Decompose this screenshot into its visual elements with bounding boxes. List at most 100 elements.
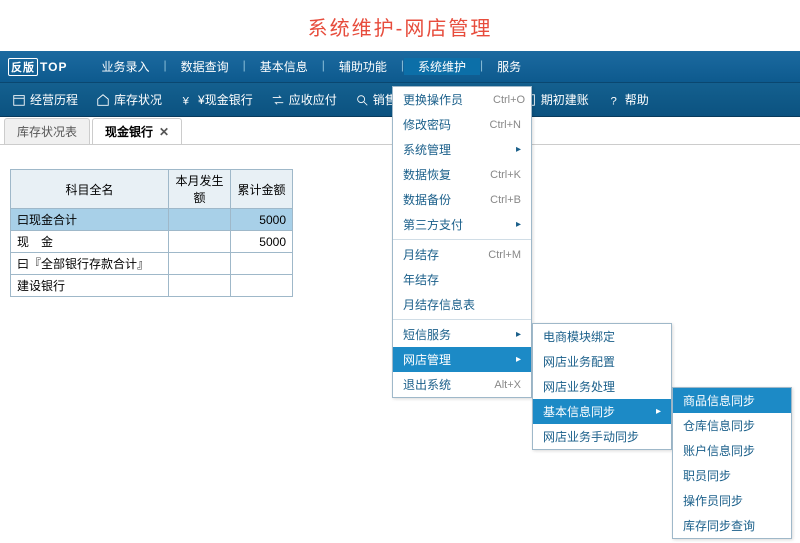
topmenu-数据查询[interactable]: 数据查询 — [167, 58, 243, 75]
chevron-right-icon: ▸ — [516, 354, 521, 365]
sysmenu-item-数据备份[interactable]: 数据备份 Ctrl+B — [393, 187, 531, 212]
top-menu: 业务录入|数据查询|基本信息|辅助功能|系统维护|服务 — [87, 58, 535, 75]
sysmenu-item-系统管理[interactable]: 系统管理▸ — [393, 137, 531, 162]
toolbar-label: 期初建账 — [541, 91, 589, 108]
menu-item-label: 库存同步查询 — [683, 517, 755, 534]
menu-separator — [393, 319, 531, 320]
sysmenu-item-短信服务[interactable]: 短信服务 ▸ — [393, 322, 531, 347]
system-maintenance-menu: 更换操作员Ctrl+O修改密码Ctrl+N系统管理▸数据恢复Ctrl+K数据备份… — [392, 86, 532, 398]
cash-bank-grid: 科目全名本月发生额累计金额曰现金合计 5000 现 金 5000 曰『全部银行存款合计』… — [10, 169, 293, 297]
toolbar-label: 库存状况 — [114, 91, 162, 108]
menu-item-shortcut: Ctrl+N — [490, 119, 521, 131]
grid-cell-month[interactable] — [169, 275, 231, 297]
menu-item-shortcut: Ctrl+K — [490, 169, 521, 181]
grid-header[interactable]: 累计金额 — [231, 170, 293, 209]
topmenu-系统维护[interactable]: 系统维护 — [404, 58, 480, 75]
toolbar-库存状况[interactable]: 库存状况 — [96, 91, 162, 108]
brand-suffix: TOP — [40, 60, 67, 74]
menu-separator — [393, 239, 531, 240]
sysmenu-item-修改密码[interactable]: 修改密码 Ctrl+N — [393, 112, 531, 137]
menu-item-label: 仓库信息同步 — [683, 417, 755, 434]
menu-item-shortcut: Ctrl+B — [490, 194, 521, 206]
webshop-manage-submenu: 电商模块绑定网店业务配置网店业务处理基本信息同步▸网店业务手动同步 — [532, 323, 672, 450]
sysmenu-item-月结存信息表[interactable]: 月结存信息表 — [393, 292, 531, 317]
webshop-item-网店业务手动同步[interactable]: 网店业务手动同步 — [533, 424, 671, 449]
sync-item-库存同步查询[interactable]: 库存同步查询 — [673, 513, 791, 538]
tab-现金银行[interactable]: 现金银行 ✕ — [92, 118, 182, 144]
search-icon — [355, 93, 369, 107]
sysmenu-item-退出系统[interactable]: 退出系统 Alt+X — [393, 372, 531, 397]
sync-item-商品信息同步[interactable]: 商品信息同步 — [673, 388, 791, 413]
grid-cell-total[interactable] — [231, 275, 293, 297]
sync-item-账户信息同步[interactable]: 账户信息同步 — [673, 438, 791, 463]
menu-item-label: 月结存信息表 — [403, 296, 475, 313]
menu-item-label: 短信服务 — [403, 326, 451, 343]
menu-item-shortcut: Alt+X — [494, 379, 521, 391]
grid-cell-total[interactable]: 5000 — [231, 231, 293, 253]
sysmenu-item-网店管理[interactable]: 网店管理 ▸ — [393, 347, 531, 372]
menu-item-label: 月结存 — [403, 246, 439, 263]
grid-header[interactable]: 本月发生额 — [169, 170, 231, 209]
grid-cell-total[interactable]: 5000 — [231, 209, 293, 231]
sync-item-职员同步[interactable]: 职员同步 — [673, 463, 791, 488]
tab-label: 现金银行 — [105, 123, 153, 140]
topmenu-业务录入[interactable]: 业务录入 — [87, 58, 163, 75]
page-caption: 系统维护-网店管理 — [0, 0, 800, 51]
menu-item-label: 第三方支付 — [403, 216, 463, 233]
menu-item-label: 电商模块绑定 — [543, 328, 615, 345]
grid-header[interactable]: 科目全名 — [11, 170, 169, 209]
basic-info-sync-submenu: 商品信息同步仓库信息同步账户信息同步职员同步操作员同步库存同步查询 — [672, 387, 792, 539]
toolbar-期初建账[interactable]: 期初建账 — [523, 91, 589, 108]
menu-item-label: 系统管理 — [403, 141, 451, 158]
tab-库存状况表[interactable]: 库存状况表 — [4, 118, 90, 144]
grid-cell-name[interactable]: 曰现金合计 — [11, 209, 169, 231]
close-icon[interactable]: ✕ — [159, 125, 169, 139]
menu-item-label: 修改密码 — [403, 116, 451, 133]
menu-item-label: 数据备份 — [403, 191, 451, 208]
chevron-right-icon: ▸ — [516, 219, 521, 230]
menu-item-label: 职员同步 — [683, 467, 731, 484]
menu-item-label: 更换操作员 — [403, 91, 463, 108]
topmenu-辅助功能[interactable]: 辅助功能 — [325, 58, 401, 75]
toolbar-帮助[interactable]: ?帮助 — [607, 91, 649, 108]
menu-item-label: 网店业务配置 — [543, 353, 615, 370]
tab-label: 库存状况表 — [17, 123, 77, 140]
toolbar-应收应付[interactable]: 应收应付 — [271, 91, 337, 108]
chevron-right-icon: ▸ — [516, 329, 521, 340]
topmenu-基本信息[interactable]: 基本信息 — [246, 58, 322, 75]
webshop-item-电商模块绑定[interactable]: 电商模块绑定 — [533, 324, 671, 349]
brand: 反版TOP — [8, 58, 67, 76]
grid-cell-month[interactable] — [169, 231, 231, 253]
toolbar-label: 帮助 — [625, 91, 649, 108]
menu-item-shortcut: Ctrl+M — [488, 249, 521, 261]
chevron-right-icon: ▸ — [656, 406, 661, 417]
grid-cell-total[interactable] — [231, 253, 293, 275]
menu-item-label: 账户信息同步 — [683, 442, 755, 459]
grid-cell-month[interactable] — [169, 209, 231, 231]
sysmenu-item-月结存[interactable]: 月结存 Ctrl+M — [393, 242, 531, 267]
toolbar-label: ¥现金银行 — [198, 91, 253, 108]
top-bar: 反版TOP 业务录入|数据查询|基本信息|辅助功能|系统维护|服务 — [0, 51, 800, 83]
menu-item-label: 网店管理 — [403, 351, 451, 368]
webshop-item-网店业务处理[interactable]: 网店业务处理 — [533, 374, 671, 399]
sysmenu-item-更换操作员[interactable]: 更换操作员Ctrl+O — [393, 87, 531, 112]
grid-cell-name[interactable]: 现 金 — [11, 231, 169, 253]
menu-item-label: 退出系统 — [403, 376, 451, 393]
grid-cell-name[interactable]: 建设银行 — [11, 275, 169, 297]
sysmenu-item-数据恢复[interactable]: 数据恢复 Ctrl+K — [393, 162, 531, 187]
grid-cell-month[interactable] — [169, 253, 231, 275]
sync-item-操作员同步[interactable]: 操作员同步 — [673, 488, 791, 513]
topmenu-服务[interactable]: 服务 — [483, 58, 535, 75]
menu-item-label: 数据恢复 — [403, 166, 451, 183]
toolbar-¥现金银行[interactable]: ¥ ¥现金银行 — [180, 91, 253, 108]
yen-icon: ¥ — [180, 93, 194, 107]
sync-item-仓库信息同步[interactable]: 仓库信息同步 — [673, 413, 791, 438]
webshop-item-基本信息同步[interactable]: 基本信息同步▸ — [533, 399, 671, 424]
webshop-item-网店业务配置[interactable]: 网店业务配置 — [533, 349, 671, 374]
calendar-icon — [12, 93, 26, 107]
toolbar-经营历程[interactable]: 经营历程 — [12, 91, 78, 108]
sysmenu-item-第三方支付[interactable]: 第三方支付 ▸ — [393, 212, 531, 237]
sysmenu-item-年结存[interactable]: 年结存 — [393, 267, 531, 292]
home-icon — [96, 93, 110, 107]
grid-cell-name[interactable]: 曰『全部银行存款合计』 — [11, 253, 169, 275]
